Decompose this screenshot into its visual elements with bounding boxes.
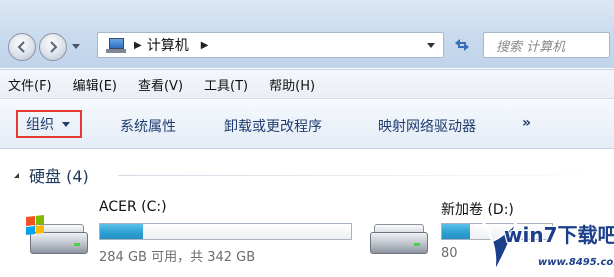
address-bar-row: ▶ 计算机 ▶ 搜索 计算机 bbox=[0, 0, 614, 68]
menu-file[interactable]: 文件(F) bbox=[8, 75, 52, 94]
toolbar-overflow-button[interactable]: » bbox=[522, 115, 531, 131]
command-toolbar: 组织 系统属性 卸载或更改程序 映射网络驱动器 » bbox=[0, 100, 614, 149]
arrow-left-icon bbox=[17, 41, 25, 53]
search-input[interactable]: 搜索 计算机 bbox=[483, 32, 610, 58]
drive-d-icon[interactable] bbox=[370, 222, 428, 256]
search-placeholder: 搜索 计算机 bbox=[496, 39, 566, 55]
chevron-right-icon[interactable]: ▶ bbox=[201, 40, 209, 51]
arrow-right-icon bbox=[50, 41, 58, 53]
computer-icon bbox=[106, 37, 126, 53]
menu-bar: 文件(F) 编辑(E) 查看(V) 工具(T) 帮助(H) bbox=[0, 69, 614, 99]
address-field[interactable]: ▶ 计算机 ▶ bbox=[97, 32, 444, 58]
collapse-triangle-icon[interactable] bbox=[14, 172, 19, 178]
group-divider bbox=[118, 175, 614, 176]
menu-help[interactable]: 帮助(H) bbox=[269, 75, 315, 94]
watermark: win7下载吧 www.8495.com bbox=[478, 213, 614, 277]
address-history-dropdown-icon[interactable] bbox=[427, 43, 435, 48]
watermark-url: www.8495.com bbox=[538, 257, 614, 268]
address-path-segment[interactable]: 计算机 bbox=[147, 35, 189, 55]
drive-c-name[interactable]: ACER (C:) bbox=[99, 199, 167, 215]
forward-button[interactable] bbox=[39, 33, 67, 61]
drive-c-usage-fill bbox=[100, 224, 143, 239]
group-header-hard-disks[interactable]: 硬盘 (4) bbox=[14, 163, 89, 187]
dropdown-arrow-icon bbox=[62, 121, 70, 127]
menu-view[interactable]: 查看(V) bbox=[138, 75, 183, 94]
watermark-brand: win7下载吧 bbox=[504, 223, 614, 247]
chevron-right-icon[interactable]: ▶ bbox=[134, 40, 142, 51]
drive-c-icon[interactable] bbox=[26, 215, 88, 256]
menu-edit[interactable]: 编辑(E) bbox=[73, 75, 117, 94]
drive-d-usage-fill bbox=[442, 224, 470, 239]
menu-tools[interactable]: 工具(T) bbox=[204, 75, 248, 94]
uninstall-program-button[interactable]: 卸载或更改程序 bbox=[224, 116, 322, 136]
organize-button[interactable]: 组织 bbox=[16, 110, 82, 138]
system-properties-button[interactable]: 系统属性 bbox=[120, 116, 176, 136]
drive-c-free-space: 284 GB 可用，共 342 GB bbox=[99, 250, 256, 265]
recent-pages-dropdown-icon[interactable] bbox=[72, 44, 80, 49]
back-button[interactable] bbox=[8, 33, 36, 61]
drive-d-free-space: 80 bbox=[441, 246, 458, 261]
refresh-button[interactable] bbox=[447, 33, 477, 57]
drive-c-usage-bar bbox=[99, 223, 352, 240]
group-title: 硬盘 (4) bbox=[29, 167, 89, 186]
refresh-icon bbox=[455, 39, 469, 51]
organize-label: 组织 bbox=[26, 117, 54, 133]
map-network-drive-button[interactable]: 映射网络驱动器 bbox=[378, 116, 476, 136]
windows-logo-icon bbox=[26, 215, 44, 235]
